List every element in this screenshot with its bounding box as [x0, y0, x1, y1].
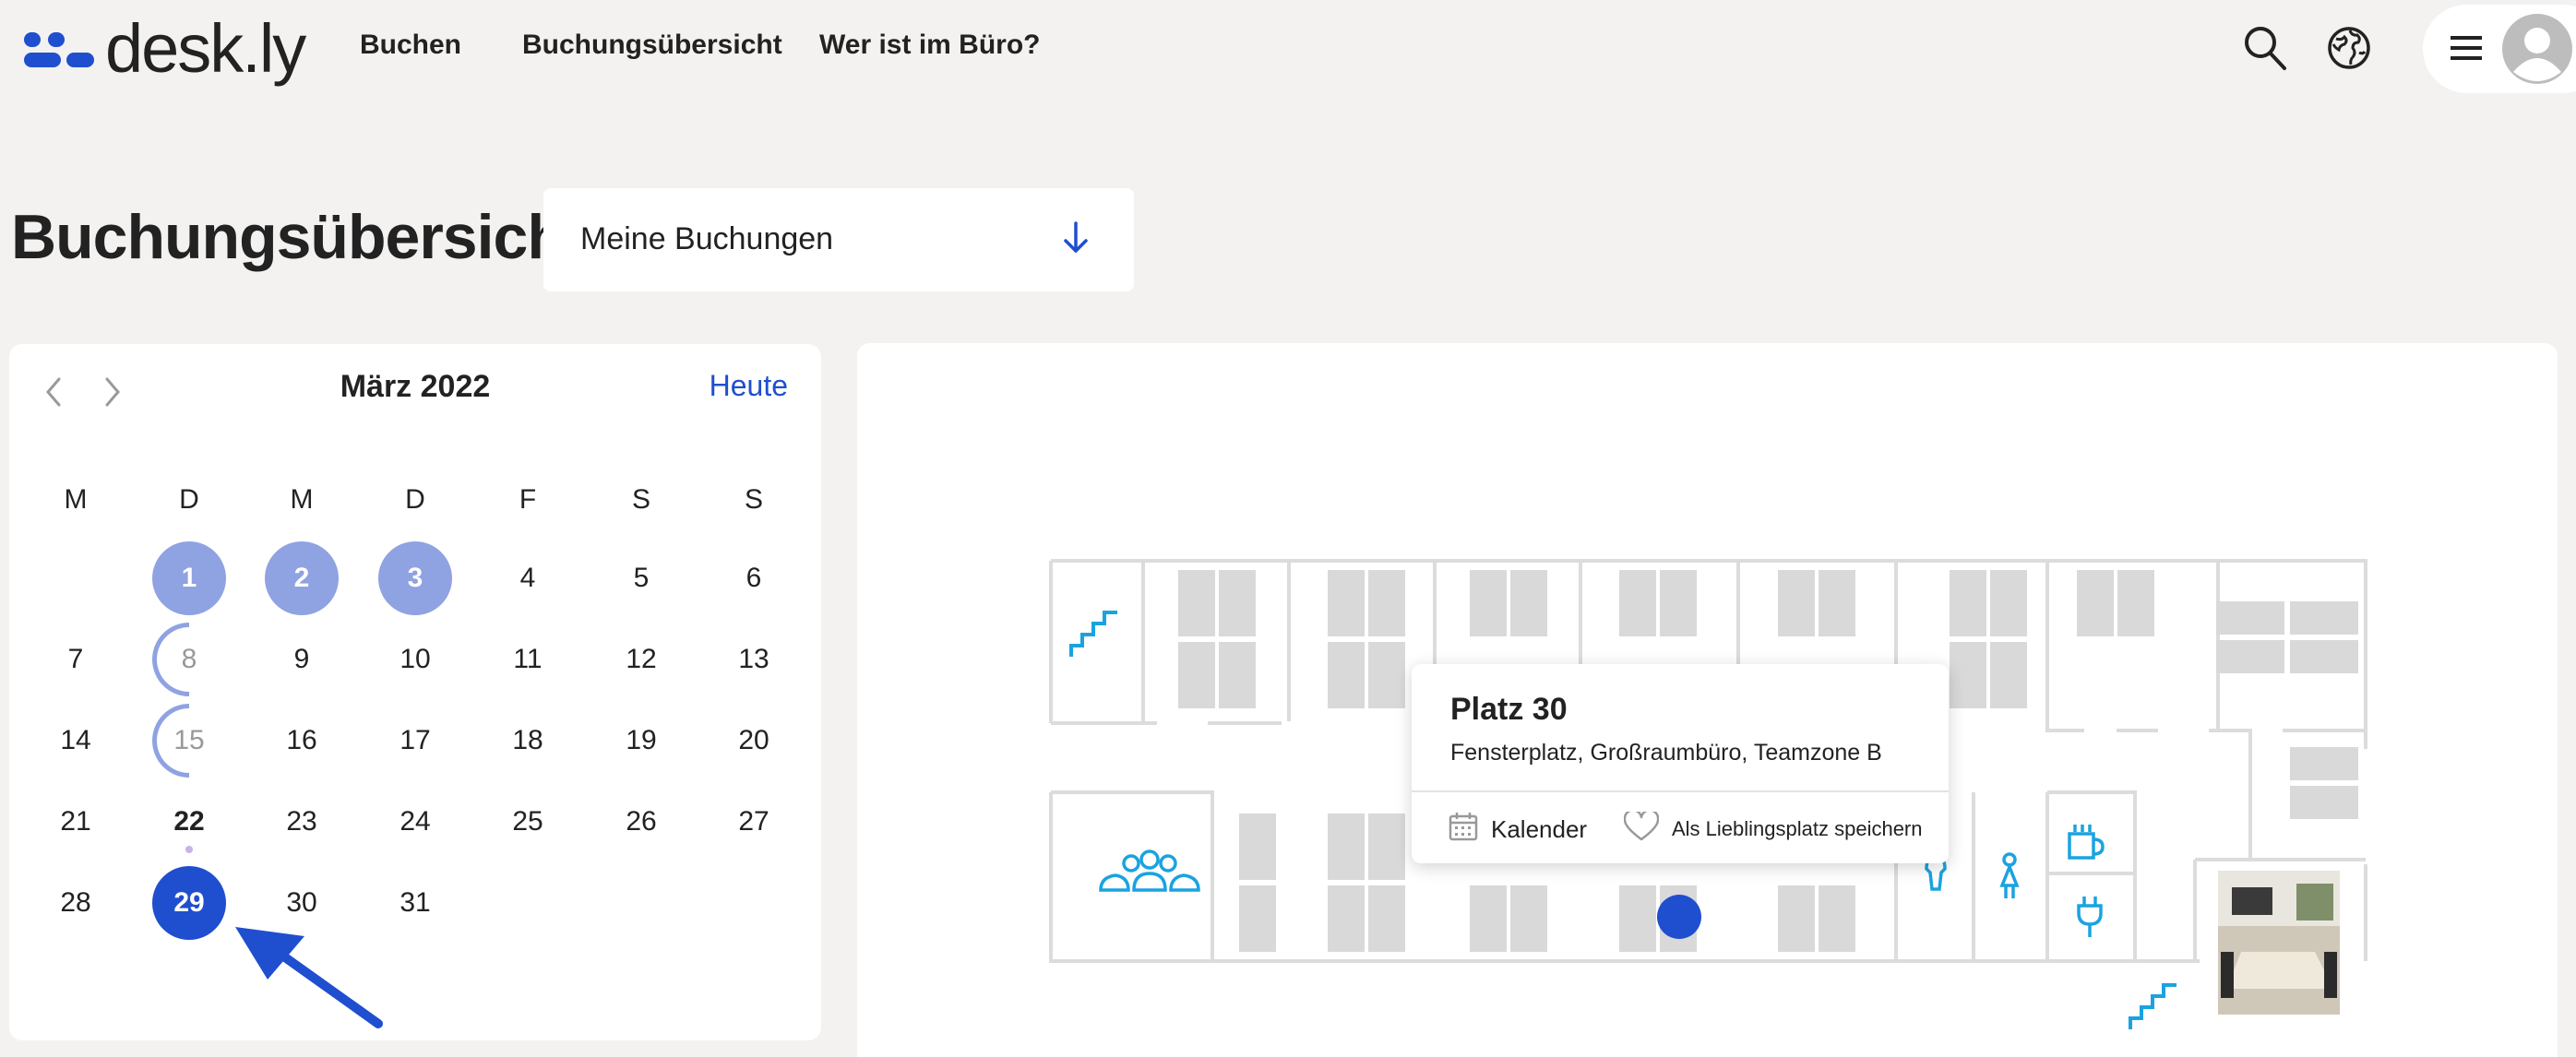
- calendar-day-6[interactable]: 6: [717, 541, 791, 615]
- booking-filter-dropdown[interactable]: Meine Buchungen: [543, 188, 1134, 291]
- calendar-day-8[interactable]: 8: [152, 623, 226, 696]
- calendar-day-26[interactable]: 26: [604, 785, 678, 859]
- popup-title: Platz 30: [1450, 692, 1568, 727]
- page-title: Buchungsübersicht: [11, 202, 585, 272]
- calendar-label: Kalender: [1491, 815, 1588, 843]
- stairs-icon: [1069, 611, 1117, 657]
- favorite-label: Als Lieblingsplatz speichern: [1672, 817, 1923, 840]
- calendar-day-21[interactable]: 21: [39, 785, 113, 859]
- calendar-day-5[interactable]: 5: [604, 541, 678, 615]
- calendar-day-23[interactable]: 23: [265, 785, 339, 859]
- weekday-header: M: [64, 484, 88, 515]
- weekday-header: D: [405, 484, 425, 515]
- heart-icon: [1623, 809, 1660, 847]
- search-icon[interactable]: [2242, 24, 2288, 77]
- calendar-day-4[interactable]: 4: [491, 541, 565, 615]
- weekday-header: D: [179, 484, 199, 515]
- calendar-day-2[interactable]: 2: [265, 541, 339, 615]
- calendar-day-25[interactable]: 25: [491, 785, 565, 859]
- calendar-day-11[interactable]: 11: [491, 623, 565, 696]
- arrow-down-icon: [1062, 220, 1090, 261]
- calendar-button[interactable]: Kalender: [1449, 812, 1587, 848]
- nav-wer-ist-im-buero[interactable]: Wer ist im Büro?: [819, 30, 1040, 61]
- selected-seat-marker: [1657, 895, 1701, 939]
- today-indicator: [185, 846, 193, 853]
- coffee-icon: [2068, 825, 2105, 860]
- calendar-day-14[interactable]: 14: [39, 704, 113, 778]
- calendar-day-16[interactable]: 16: [265, 704, 339, 778]
- logo[interactable]: desk.ly: [24, 7, 306, 90]
- calendar-day-3[interactable]: 3: [378, 541, 452, 615]
- calendar-day-13[interactable]: 13: [717, 623, 791, 696]
- favorite-button[interactable]: Als Lieblingsplatz speichern: [1623, 809, 1923, 847]
- calendar-day-18[interactable]: 18: [491, 704, 565, 778]
- calendar-day-12[interactable]: 12: [604, 623, 678, 696]
- calendar-day-20[interactable]: 20: [717, 704, 791, 778]
- weekday-header: S: [631, 484, 650, 515]
- stairs-icon: [2129, 983, 2176, 1029]
- nav-buchen[interactable]: Buchen: [360, 30, 461, 61]
- calendar-day-7[interactable]: 7: [39, 623, 113, 696]
- calendar-panel: März 2022 Heute MDMDFSS 1 2 3 4 5 6 7 8 9 10 11 12 1…: [9, 344, 821, 1040]
- popup-divider: [1412, 790, 1949, 792]
- calendar-day-24[interactable]: 24: [378, 785, 452, 859]
- nav-buchungsuebersicht[interactable]: Buchungsübersicht: [522, 30, 782, 61]
- calendar-day-1[interactable]: 1: [152, 541, 226, 615]
- dropdown-value: Meine Buchungen: [580, 221, 834, 256]
- calendar-day-17[interactable]: 17: [378, 704, 452, 778]
- popup-subtitle: Fensterplatz, Großraumbüro, Teamzone B: [1450, 740, 1882, 766]
- logo-mark-icon: [24, 29, 94, 69]
- avatar-icon[interactable]: [2502, 14, 2572, 89]
- seat-popup: Platz 30 Fensterplatz, Großraumbüro, Tea…: [1412, 664, 1949, 863]
- weekday-header: F: [519, 484, 537, 515]
- meeting-room-photo: [2218, 871, 2340, 1015]
- calendar-day-10[interactable]: 10: [378, 623, 452, 696]
- power-plug-icon: [2077, 897, 2103, 937]
- calendar-day-19[interactable]: 19: [604, 704, 678, 778]
- group-icon: [1099, 849, 1200, 892]
- calendar-day-27[interactable]: 27: [717, 785, 791, 859]
- female-restroom-icon: [1999, 852, 2020, 898]
- calendar-day-28[interactable]: 28: [39, 866, 113, 940]
- today-button[interactable]: Heute: [710, 369, 788, 403]
- logo-text: desk.ly: [105, 10, 306, 87]
- pointer-arrow-icon: [231, 922, 388, 1038]
- weekday-header: M: [290, 484, 314, 515]
- user-menu[interactable]: [2423, 5, 2576, 93]
- calendar-icon: [1449, 812, 1478, 848]
- calendar-month-label: März 2022: [340, 369, 491, 404]
- weekday-header: S: [744, 484, 763, 515]
- menu-icon[interactable]: [2451, 34, 2482, 66]
- calendar-day-29[interactable]: 29: [152, 866, 226, 940]
- globe-icon[interactable]: [2326, 25, 2372, 76]
- calendar-day-22[interactable]: 22: [152, 785, 226, 859]
- calendar-day-15[interactable]: 15: [152, 704, 226, 778]
- calendar-day-9[interactable]: 9: [265, 623, 339, 696]
- calendar-day-31[interactable]: 31: [378, 866, 452, 940]
